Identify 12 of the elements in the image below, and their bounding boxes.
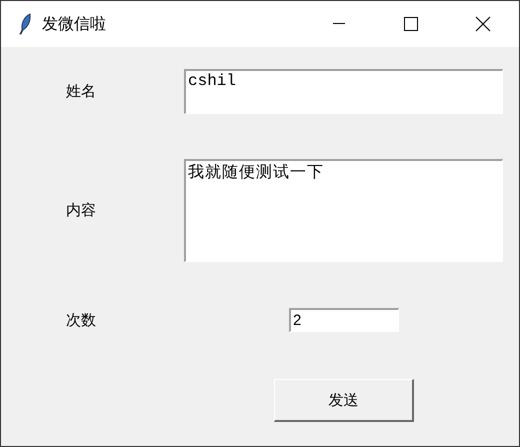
field-label: 姓名	[65, 82, 97, 101]
field-label: 内容	[65, 201, 97, 220]
minimize-icon	[333, 23, 345, 25]
feather-icon	[18, 13, 32, 35]
field-label: 次数	[65, 310, 97, 330]
name-field[interactable]: cshil	[184, 69, 503, 114]
window-title: 发微信啦	[42, 14, 106, 34]
content-field[interactable]: 我就随便测试一下	[184, 159, 503, 262]
send-button[interactable]: 发送	[274, 379, 414, 422]
close-icon	[475, 16, 491, 32]
maximize-icon	[404, 17, 418, 31]
count-field[interactable]: 2	[289, 308, 399, 332]
